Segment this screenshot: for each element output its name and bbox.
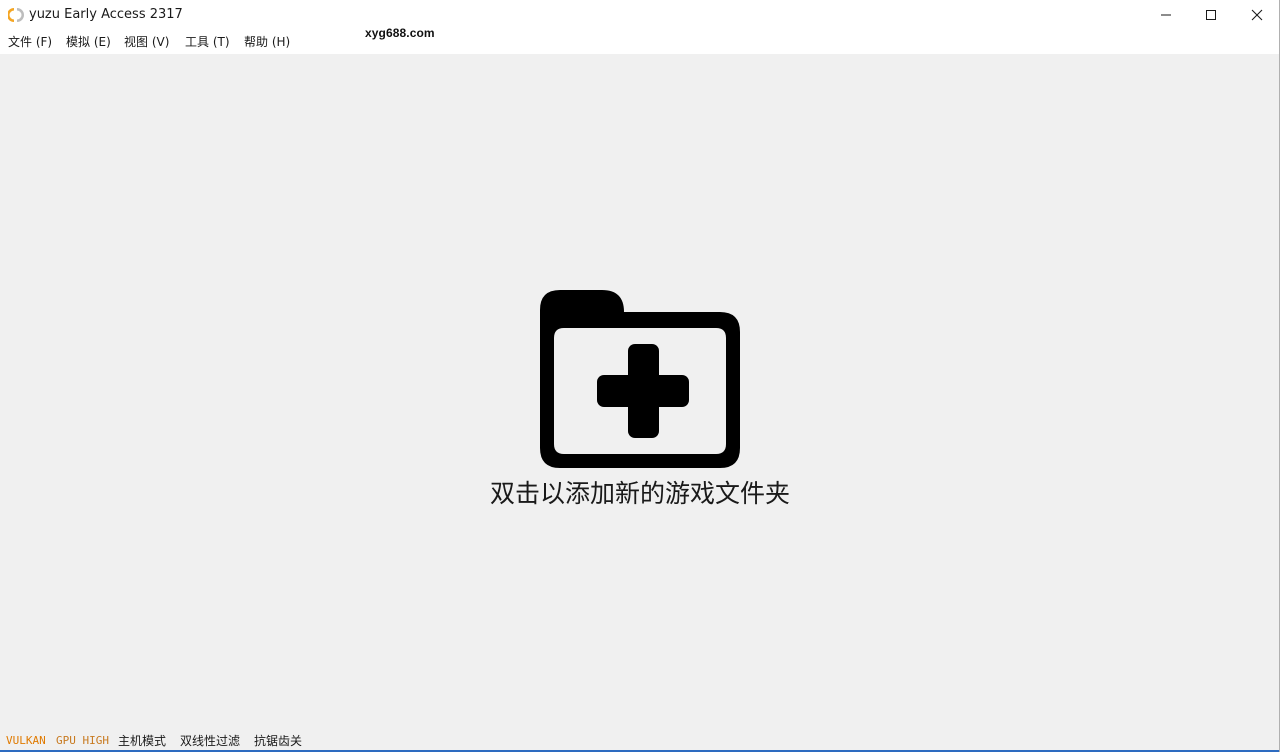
window-title: yuzu Early Access 2317	[29, 7, 183, 22]
minimize-icon	[1160, 6, 1172, 25]
close-icon	[1251, 6, 1263, 25]
close-button[interactable]	[1234, 0, 1280, 30]
maximize-icon	[1205, 6, 1217, 25]
minimize-button[interactable]	[1143, 0, 1189, 30]
menu-file[interactable]: 文件 (F)	[8, 35, 52, 49]
gpu-accuracy-status[interactable]: GPU HIGH	[56, 733, 109, 749]
menu-emulation[interactable]: 模拟 (E)	[66, 35, 111, 49]
yuzu-logo-icon	[7, 7, 24, 23]
menu-view[interactable]: 视图 (V)	[124, 35, 169, 49]
folder-plus-icon[interactable]	[540, 290, 740, 468]
filter-status[interactable]: 双线性过滤	[180, 733, 240, 749]
menu-tools[interactable]: 工具 (T)	[185, 35, 230, 49]
add-folder-hint: 双击以添加新的游戏文件夹	[489, 479, 790, 508]
watermark-text: xyg688.com	[365, 26, 435, 40]
menu-bar: 文件 (F) 模拟 (E) 视图 (V) 工具 (T) 帮助 (H)	[0, 30, 1280, 54]
title-bar[interactable]: yuzu Early Access 2317	[0, 0, 1280, 30]
maximize-button[interactable]	[1188, 0, 1234, 30]
main-window: yuzu Early Access 2317 文件 (F) 模拟 (E) 视图 …	[0, 0, 1280, 752]
menu-help[interactable]: 帮助 (H)	[244, 35, 290, 49]
anti-aliasing-status[interactable]: 抗锯齿关	[254, 733, 302, 749]
renderer-status[interactable]: VULKAN	[6, 733, 46, 749]
status-bar: VULKAN GPU HIGH 主机模式 双线性过滤 抗锯齿关	[0, 730, 1280, 752]
dock-mode-status[interactable]: 主机模式	[118, 733, 166, 749]
